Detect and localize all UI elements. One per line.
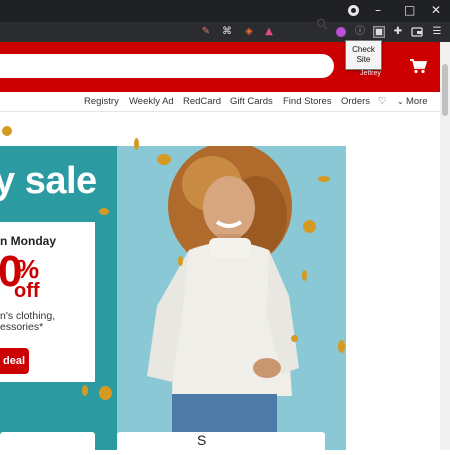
wallet-icon[interactable] <box>411 26 423 38</box>
confetti-decoration <box>99 386 112 400</box>
site-header <box>0 42 450 92</box>
check-site-tooltip: Check Site <box>345 40 382 70</box>
check-site-extension-icon[interactable] <box>373 26 385 38</box>
confetti-decoration <box>303 220 316 233</box>
category-card[interactable] <box>0 432 95 450</box>
confetti-decoration <box>318 176 330 182</box>
confetti-decoration <box>157 154 171 165</box>
search-icon[interactable] <box>316 18 328 30</box>
qr-icon[interactable]: ⌘ <box>221 26 233 38</box>
chevron-down-icon: ⌄ <box>397 97 406 106</box>
confetti-decoration <box>291 335 298 342</box>
utility-nav: Registry Weekly Ad RedCard Gift Cards Fi… <box>0 92 440 112</box>
confetti-decoration <box>2 126 12 136</box>
confetti-decoration <box>99 208 109 215</box>
brave-shield-icon[interactable]: ◈ <box>243 26 255 38</box>
nav-orders[interactable]: Orders <box>341 96 370 107</box>
hero-headline: y sale <box>0 160 97 202</box>
cart-icon[interactable] <box>409 58 427 74</box>
confetti-decoration <box>302 270 307 281</box>
shop-deal-button[interactable]: deal <box>0 348 29 374</box>
maximize-button[interactable]: □ <box>404 3 415 17</box>
minimize-button[interactable]: – <box>375 3 381 17</box>
puzzle-icon[interactable]: ✚ <box>392 26 404 38</box>
model-illustration <box>147 142 299 450</box>
nav-more[interactable]: ⌄ More <box>397 96 428 107</box>
rewards-icon[interactable]: ▲ <box>263 26 275 38</box>
category-card-label: S <box>197 432 207 448</box>
search-input[interactable] <box>0 54 334 78</box>
nav-registry[interactable]: Registry <box>84 96 119 107</box>
nav-redcard[interactable]: RedCard <box>183 96 221 107</box>
close-button[interactable]: ✕ <box>431 3 441 17</box>
category-card[interactable]: S <box>117 432 325 450</box>
promo-off: off <box>14 280 40 302</box>
confetti-decoration <box>134 138 139 150</box>
menu-icon[interactable]: ☰ <box>431 26 443 38</box>
browser-titlebar: – □ ✕ <box>0 0 450 22</box>
nav-gift-cards[interactable]: Gift Cards <box>230 96 273 107</box>
nav-find-stores[interactable]: Find Stores <box>283 96 332 107</box>
account-name[interactable]: Jeffrey <box>360 70 381 77</box>
extension-purple-icon[interactable] <box>335 26 347 38</box>
translate-icon[interactable]: ✎ <box>200 26 212 38</box>
profile-icon[interactable] <box>348 5 359 16</box>
confetti-decoration <box>82 385 88 396</box>
nav-weekly-ad[interactable]: Weekly Ad <box>129 96 174 107</box>
confetti-decoration <box>178 256 183 266</box>
info-icon[interactable]: ⓘ <box>354 26 366 38</box>
hero-photo <box>117 142 346 450</box>
promo-date: n Monday <box>0 234 56 248</box>
promo-description-line: essories* <box>0 321 44 333</box>
confetti-decoration <box>338 340 345 353</box>
scrollbar-thumb[interactable] <box>442 64 448 116</box>
browser-toolbar: ✎ ⌘ ◈ ▲ ⓘ ✚ ☰ <box>0 22 450 42</box>
nav-more-label: More <box>405 96 428 107</box>
promo-description: n's clothing, essories* <box>0 311 55 333</box>
heart-icon[interactable]: ♡ <box>378 96 387 107</box>
